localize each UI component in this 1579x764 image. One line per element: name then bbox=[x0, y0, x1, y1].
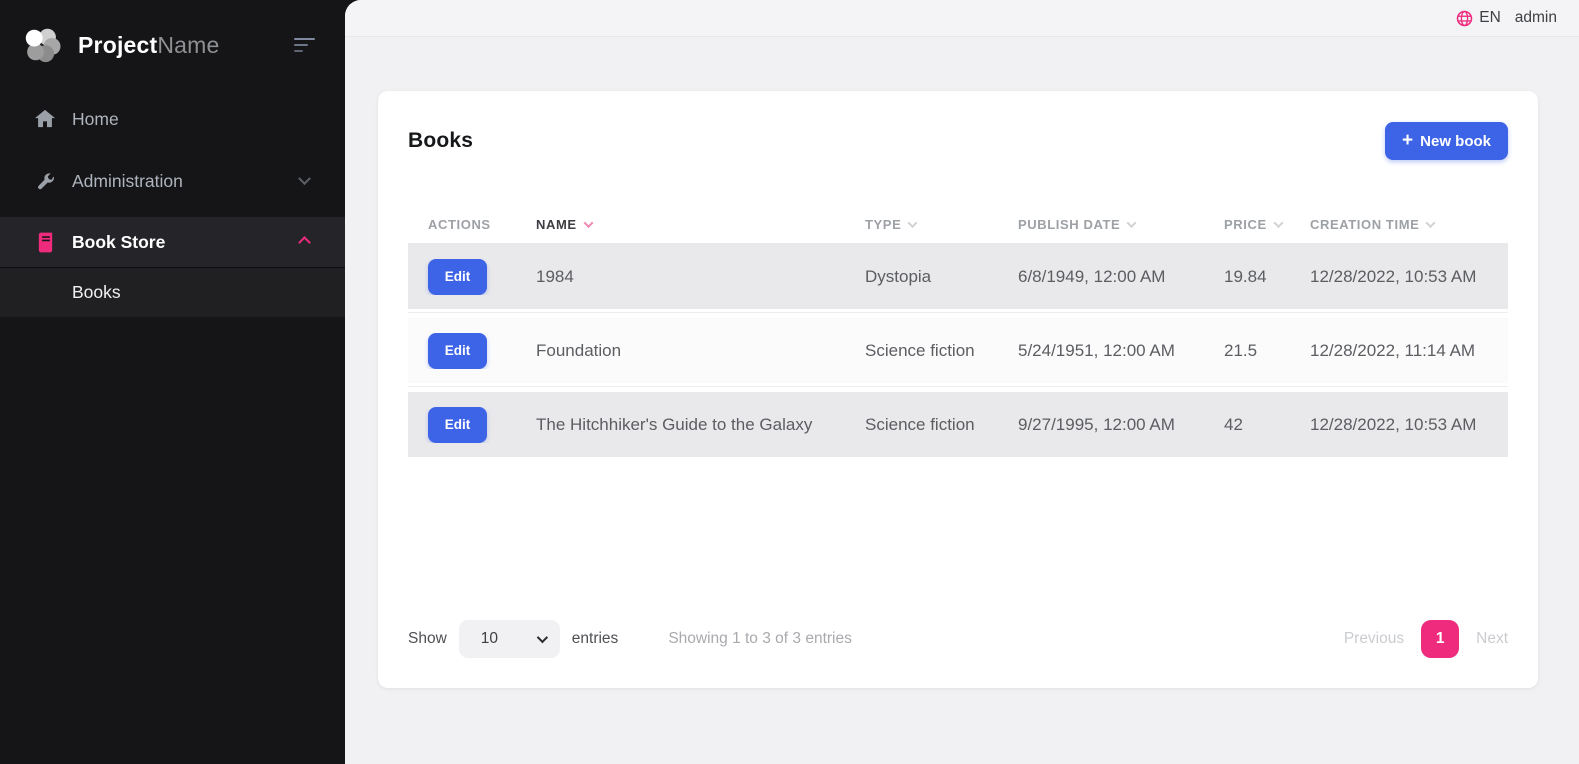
row-separator bbox=[408, 309, 1508, 318]
cell-publish-date: 9/27/1995, 12:00 AM bbox=[1018, 415, 1224, 435]
books-table: Actions Name Type Publish date bbox=[408, 206, 1508, 457]
row-separator bbox=[408, 383, 1508, 392]
column-header-label: Name bbox=[536, 217, 577, 232]
book-icon bbox=[33, 232, 57, 253]
column-header-label: Type bbox=[865, 217, 901, 232]
sidebar-item-label: Administration bbox=[72, 171, 183, 192]
language-selector[interactable]: EN bbox=[1456, 9, 1501, 27]
table-row: Edit Foundation Science fiction 5/24/195… bbox=[408, 318, 1508, 383]
entries-summary: Showing 1 to 3 of 3 entries bbox=[668, 630, 852, 648]
sidebar-item-label: Book Store bbox=[72, 232, 165, 253]
sidebar-item-book-store[interactable]: Book Store bbox=[0, 217, 345, 267]
current-page-button[interactable]: 1 bbox=[1421, 620, 1459, 658]
sidebar-nav: Home Administration Book bbox=[0, 90, 345, 317]
globe-icon bbox=[1456, 10, 1473, 27]
next-page-button[interactable]: Next bbox=[1476, 630, 1508, 648]
page-size-select[interactable]: 10 bbox=[459, 620, 560, 658]
books-card: Books + New book Actions Name bbox=[378, 91, 1538, 688]
menu-fold-icon[interactable] bbox=[292, 32, 317, 58]
cell-type: Dystopia bbox=[865, 267, 1018, 287]
column-header-creation-time[interactable]: Creation time bbox=[1310, 217, 1508, 232]
table-body: Edit 1984 Dystopia 6/8/1949, 12:00 AM 19… bbox=[408, 244, 1508, 457]
cell-name: 1984 bbox=[536, 267, 865, 287]
cell-type: Science fiction bbox=[865, 341, 1018, 361]
sort-chevron-icon bbox=[908, 218, 918, 228]
brand-name-light: Name bbox=[157, 32, 219, 58]
main-area: EN admin Books + New book Actions bbox=[345, 0, 1579, 764]
cell-type: Science fiction bbox=[865, 415, 1018, 435]
cell-actions: Edit bbox=[408, 333, 536, 369]
language-label: EN bbox=[1479, 9, 1501, 27]
table-footer: Show 10 entries Showing 1 to 3 of 3 entr… bbox=[408, 620, 1508, 658]
table-header-row: Actions Name Type Publish date bbox=[408, 206, 1508, 244]
cell-price: 42 bbox=[1224, 415, 1310, 435]
sidebar: ProjectName Home Administration bbox=[0, 0, 345, 764]
cell-creation-time: 12/28/2022, 11:14 AM bbox=[1310, 341, 1508, 361]
column-header-type[interactable]: Type bbox=[865, 217, 1018, 232]
sidebar-item-administration[interactable]: Administration bbox=[0, 157, 345, 205]
card-header: Books + New book bbox=[408, 122, 1508, 160]
new-book-label: New book bbox=[1420, 133, 1491, 150]
column-header-publish-date[interactable]: Publish date bbox=[1018, 217, 1224, 232]
column-header-label: Price bbox=[1224, 217, 1267, 232]
page-title: Books bbox=[408, 129, 473, 153]
sort-chevron-icon bbox=[1127, 218, 1137, 228]
table-row: Edit The Hitchhiker's Guide to the Galax… bbox=[408, 392, 1508, 457]
topbar: EN admin bbox=[345, 0, 1579, 37]
user-menu[interactable]: admin bbox=[1515, 9, 1557, 27]
chevron-down-icon bbox=[298, 172, 311, 185]
brand-name-bold: Project bbox=[78, 32, 157, 58]
sidebar-item-label: Books bbox=[72, 282, 121, 303]
brand-header: ProjectName bbox=[0, 0, 345, 90]
page-content: Books + New book Actions Name bbox=[345, 37, 1579, 764]
cell-creation-time: 12/28/2022, 10:53 AM bbox=[1310, 267, 1508, 287]
pagination: Previous 1 Next bbox=[1344, 620, 1508, 658]
column-header-name[interactable]: Name bbox=[536, 217, 865, 232]
brand-logo-icon bbox=[20, 23, 64, 67]
cell-creation-time: 12/28/2022, 10:53 AM bbox=[1310, 415, 1508, 435]
cell-publish-date: 6/8/1949, 12:00 AM bbox=[1018, 267, 1224, 287]
wrench-icon bbox=[33, 171, 57, 192]
column-header-label: Publish date bbox=[1018, 217, 1120, 232]
cell-name: The Hitchhiker's Guide to the Galaxy bbox=[536, 415, 865, 435]
sidebar-item-books[interactable]: Books bbox=[0, 267, 345, 317]
edit-button[interactable]: Edit bbox=[428, 333, 487, 369]
cell-publish-date: 5/24/1951, 12:00 AM bbox=[1018, 341, 1224, 361]
edit-button[interactable]: Edit bbox=[428, 259, 487, 295]
sort-chevron-icon bbox=[1426, 218, 1436, 228]
column-header-actions: Actions bbox=[408, 217, 536, 232]
sidebar-item-home[interactable]: Home bbox=[0, 95, 345, 143]
cell-name: Foundation bbox=[536, 341, 865, 361]
app-root: ProjectName Home Administration bbox=[0, 0, 1579, 764]
cell-price: 19.84 bbox=[1224, 267, 1310, 287]
sort-chevron-icon bbox=[583, 218, 593, 228]
cell-actions: Edit bbox=[408, 407, 536, 443]
new-book-button[interactable]: + New book bbox=[1385, 122, 1508, 160]
brand-name: ProjectName bbox=[78, 32, 220, 59]
table-row: Edit 1984 Dystopia 6/8/1949, 12:00 AM 19… bbox=[408, 244, 1508, 309]
plus-icon: + bbox=[1402, 131, 1413, 150]
home-icon bbox=[33, 109, 57, 129]
column-header-label: Creation time bbox=[1310, 217, 1419, 232]
chevron-up-icon bbox=[298, 236, 311, 249]
entries-label: entries bbox=[572, 630, 619, 648]
previous-page-button[interactable]: Previous bbox=[1344, 630, 1404, 648]
edit-button[interactable]: Edit bbox=[428, 407, 487, 443]
page-size-value: 10 bbox=[481, 630, 498, 648]
show-label: Show bbox=[408, 630, 447, 648]
sort-chevron-icon bbox=[1273, 218, 1283, 228]
cell-price: 21.5 bbox=[1224, 341, 1310, 361]
sidebar-item-label: Home bbox=[72, 109, 119, 130]
column-header-price[interactable]: Price bbox=[1224, 217, 1310, 232]
cell-actions: Edit bbox=[408, 259, 536, 295]
chevron-down-icon bbox=[537, 632, 548, 643]
